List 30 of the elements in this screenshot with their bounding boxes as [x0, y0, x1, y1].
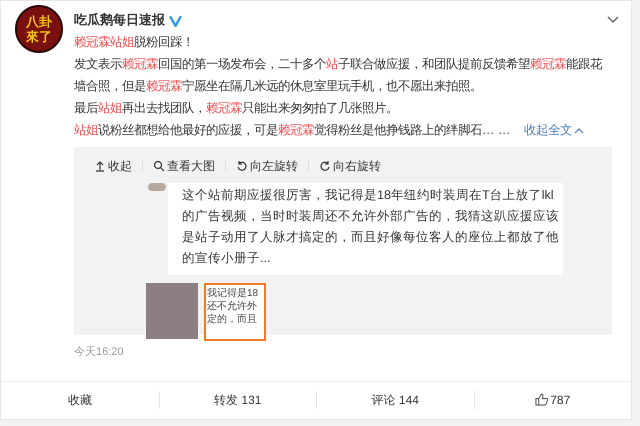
thumbnail-text: 还不允许外 — [207, 300, 257, 313]
post-text: 赖冠霖站姐脱粉回踩！ — [74, 34, 195, 51]
media-tool-button[interactable]: 向左旋转 — [236, 157, 298, 175]
rotate-left-icon — [236, 160, 248, 172]
search-icon — [153, 160, 165, 172]
photo-thumbnail[interactable] — [146, 283, 198, 339]
chevron-down-icon[interactable] — [607, 16, 619, 24]
up-arrow-icon — [94, 160, 106, 172]
author-name[interactable]: 吃瓜鹅每日速报 — [74, 10, 165, 30]
action-button[interactable]: 评论 144 — [372, 390, 419, 408]
thumbnail-text: 我记得是18 — [207, 287, 258, 300]
collapse-link[interactable]: 收起全文 — [524, 123, 584, 137]
action-button[interactable]: 转发 131 — [214, 390, 262, 408]
logo-text: 八卦 — [26, 14, 52, 29]
media-tool-button[interactable]: 收起 — [94, 157, 132, 175]
post-text: 站姐说粉丝都想给他最好的应援，可是赖冠霖觉得粉丝是他挣钱路上的绊脚石… … 收起全文 — [74, 119, 610, 141]
media-tool-button[interactable]: 向右旋转 — [319, 157, 381, 175]
text-thumbnail[interactable]: 我记得是18 还不允许外 定的，而且 — [204, 283, 266, 341]
screenshot-avatar — [148, 183, 166, 191]
image-text: 这个站前期应援很厉害，我记得是18年纽约时装周在T台上放了lkl的广告视频，当时时装周还不允许外部广告的，我猜这趴应援应该是站子动用了人脉才搞定的，而且好像每位客人的座位上都放了他的宣传小册子... — [182, 187, 559, 267]
media-tool-button[interactable]: 查看大图 — [153, 157, 215, 175]
post-text: 发文表示赖冠霖回国的第一场发布会，二十多个站子联合做应援，和团队提前反馈希望赖冠霖能跟花墙合照，但是赖冠霖宁愿坐在隔几米远的休息室里玩手机，也不愿出来拍照。 — [74, 56, 604, 95]
thumbnail-text: 定的，而且 — [207, 313, 257, 326]
chevron-up-icon — [574, 127, 584, 134]
logo-text: 來了 — [26, 29, 52, 44]
action-button[interactable]: 787 — [535, 390, 570, 408]
thumbs-up-icon — [535, 393, 548, 406]
action-button[interactable]: 收藏 — [68, 390, 92, 408]
post-text: 最后站姐再出去找团队，赖冠霖只能出来匆匆拍了几张照片。 — [74, 100, 399, 117]
rotate-right-icon — [319, 160, 331, 172]
